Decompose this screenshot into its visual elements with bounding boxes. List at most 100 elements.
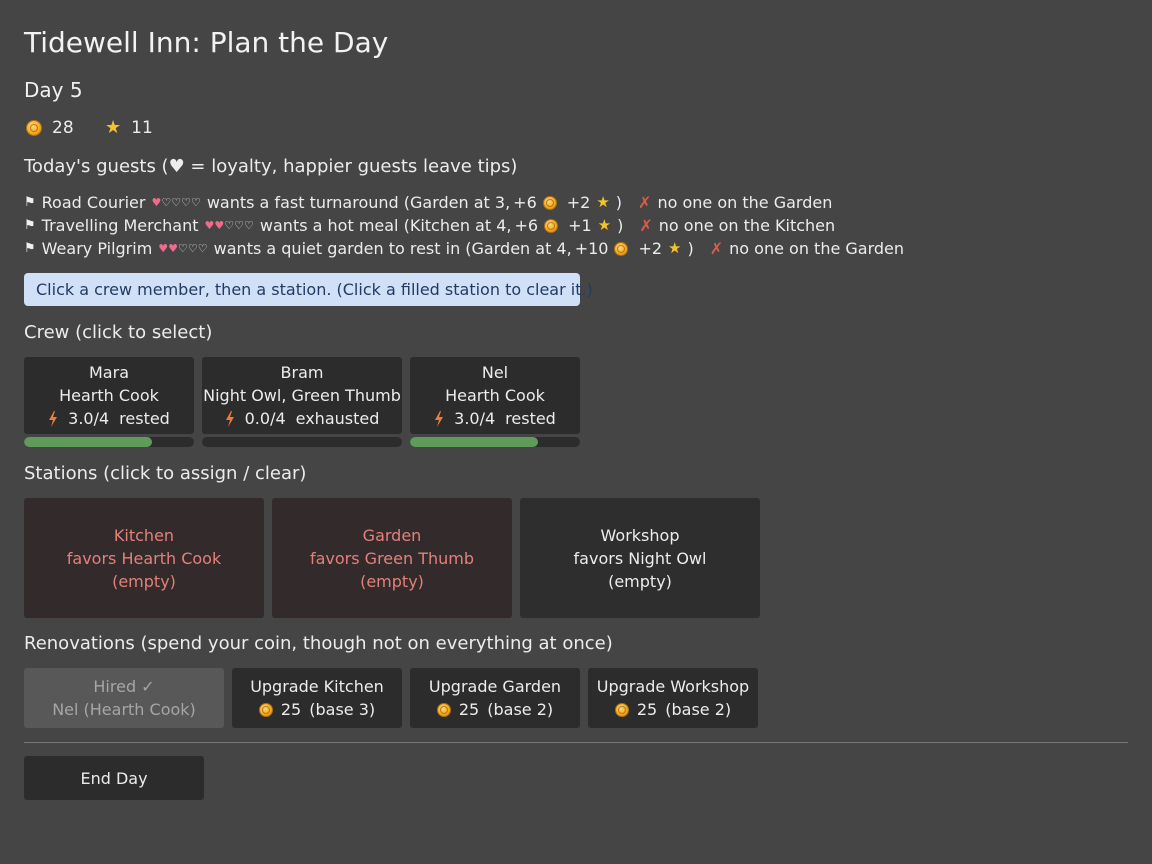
heart-empty-icon: ♡ [161, 196, 172, 209]
guest-status: no one on the Kitchen [658, 216, 836, 235]
page-title: Tidewell Inn: Plan the Day [24, 26, 389, 59]
reno-cost: 25 (base 2) [588, 698, 758, 721]
crew-name: Mara [89, 363, 129, 382]
star-icon: ★ [668, 239, 682, 257]
flag-icon: ⚑ [24, 218, 36, 233]
reno-cost-value: 25 [280, 700, 302, 719]
station-occupant: (empty) [360, 572, 424, 591]
coin-reward: +6 [514, 216, 539, 235]
renovations-header: Renovations (spend your coin, though not… [24, 633, 613, 654]
reno-cost-value: 25 [458, 700, 480, 719]
station-favors: favors Night Owl [573, 549, 707, 568]
energy-state: rested [505, 409, 556, 428]
coin-reward: +6 [513, 193, 537, 212]
heart-empty-icon: ♡ [197, 242, 208, 255]
heart-empty-icon: ♡ [187, 242, 198, 255]
crew-card-nel[interactable]: Nel Hearth Cook 3.0/4 rested [410, 357, 580, 434]
lightning-icon [225, 410, 234, 427]
upgrade-kitchen-button[interactable]: Upgrade Kitchen 25 (base 3) [232, 668, 402, 728]
station-favors: favors Green Thumb [309, 549, 475, 568]
energy-value: 3.0/4 [454, 409, 496, 428]
station-occupant: (empty) [112, 572, 176, 591]
hired-button: Hired ✓ Nel (Hearth Cook) [24, 668, 224, 728]
stations-header: Stations (click to assign / clear) [24, 463, 307, 484]
reno-title: Upgrade Kitchen [250, 677, 384, 696]
station-garden[interactable]: Garden favors Green Thumb (empty) [272, 498, 512, 618]
loyalty-hearts: ♥♥♡♡♡ [158, 242, 207, 255]
heart-filled-icon: ♥ [204, 219, 215, 232]
guest-name: Road Courier [41, 193, 146, 212]
star-counter: ★ 11 [105, 118, 153, 138]
coin-icon [614, 241, 629, 256]
loyalty-hearts: ♥♥♡♡♡ [205, 219, 254, 232]
crew-card-mara[interactable]: Mara Hearth Cook 3.0/4 rested [24, 357, 194, 434]
reno-title: Upgrade Workshop [596, 677, 750, 696]
guest-name: Weary Pilgrim [41, 239, 153, 258]
energy-value: 3.0/4 [68, 409, 110, 428]
instruction-banner: Click a crew member, then a station. (Cl… [24, 273, 593, 306]
end-day-button[interactable]: End Day [24, 756, 204, 800]
station-occupant: (empty) [608, 572, 672, 591]
star-reward: +1 [568, 216, 592, 235]
crew-name: Nel [481, 363, 509, 382]
crew-traits: Night Owl, Green Thumb [203, 386, 401, 405]
day-label: Day 5 [24, 78, 83, 102]
heart-filled-icon: ♥ [151, 196, 162, 209]
upgrade-workshop-button[interactable]: Upgrade Workshop 25 (base 2) [588, 668, 758, 728]
coin-reward: +10 [574, 239, 609, 258]
crew-energy: 3.0/4 rested [410, 407, 580, 430]
crew-traits: Hearth Cook [59, 386, 159, 405]
flag-icon: ⚑ [24, 241, 36, 256]
heart-filled-icon: ♥ [214, 219, 225, 232]
reno-cost: 25 (base 2) [410, 698, 580, 721]
heart-empty-icon: ♡ [181, 196, 191, 209]
energy-state: exhausted [295, 409, 380, 428]
crew-card-bram[interactable]: Bram Night Owl, Green Thumb 0.0/4 exhaus… [202, 357, 402, 434]
guest-row: ⚑ Travelling Merchant ♥♥♡♡♡ wants a hot … [24, 216, 835, 235]
upgrade-garden-button[interactable]: Upgrade Garden 25 (base 2) [410, 668, 580, 728]
station-workshop[interactable]: Workshop favors Night Owl (empty) [520, 498, 760, 618]
star-icon: ★ [597, 216, 612, 234]
coin-icon [614, 702, 629, 717]
paren-close: ) [615, 193, 623, 212]
station-favors: favors Hearth Cook [66, 549, 222, 568]
reno-cost-value: 25 [636, 700, 658, 719]
crew-energy: 0.0/4 exhausted [202, 407, 402, 430]
coin-icon [542, 195, 557, 210]
star-count: 11 [131, 118, 153, 138]
heart-empty-icon: ♡ [190, 196, 201, 209]
station-name: Garden [362, 526, 422, 545]
star-reward: +2 [638, 239, 663, 258]
reno-detail: Nel (Hearth Cook) [52, 700, 196, 719]
crew-header: Crew (click to select) [24, 322, 213, 343]
guest-request: wants a quiet garden to rest in (Garden … [213, 239, 572, 258]
coin-icon [258, 702, 273, 717]
heart-empty-icon: ♡ [224, 219, 235, 232]
star-icon: ★ [105, 117, 122, 138]
crew-traits: Hearth Cook [445, 386, 545, 405]
energy-bar-fill [24, 437, 152, 447]
guest-request: wants a fast turnaround (Garden at 3, [206, 193, 511, 212]
guest-row: ⚑ Road Courier ♥♡♡♡♡ wants a fast turnar… [24, 193, 832, 212]
reno-base: (base 2) [665, 700, 732, 719]
coin-icon [26, 120, 42, 136]
heart-empty-icon: ♡ [171, 196, 182, 209]
guest-status: no one on the Garden [657, 193, 833, 212]
reno-cost: 25 (base 3) [232, 698, 402, 721]
reno-title: Hired ✓ [93, 677, 155, 696]
divider [24, 742, 1128, 743]
guest-request: wants a hot meal (Kitchen at 4, [259, 216, 512, 235]
reno-title: Upgrade Garden [428, 677, 562, 696]
guest-status: no one on the Garden [729, 239, 905, 258]
energy-bar [202, 437, 402, 447]
lightning-icon [435, 410, 444, 427]
station-name: Kitchen [113, 526, 175, 545]
station-kitchen[interactable]: Kitchen favors Hearth Cook (empty) [24, 498, 264, 618]
coin-count: 28 [52, 118, 74, 138]
energy-state: rested [119, 409, 170, 428]
coin-icon [436, 702, 451, 717]
cross-icon: ✗ [709, 239, 724, 258]
energy-bar [24, 437, 194, 447]
heart-empty-icon: ♡ [244, 219, 254, 232]
coin-counter: 28 [26, 118, 74, 138]
